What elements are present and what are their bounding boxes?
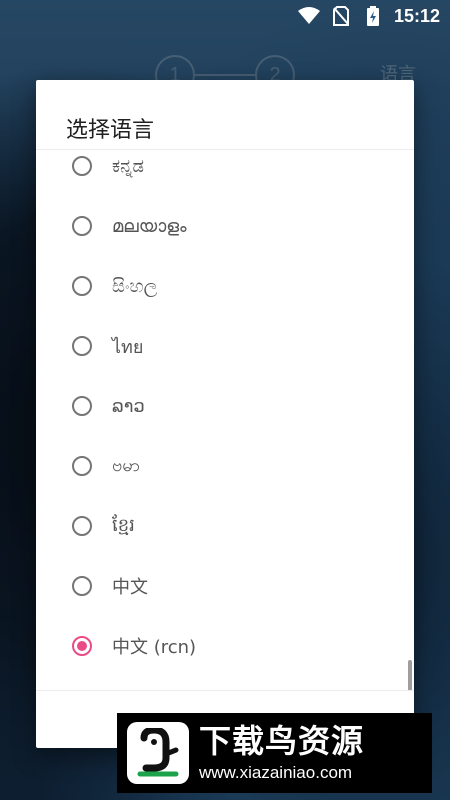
language-option-selected[interactable]: 中文 (rcn)	[36, 616, 414, 676]
option-label: 中文 (rcn)	[112, 637, 197, 658]
language-option-list[interactable]: ಕನ್ನಡ മലയാളം සිංහල ไทย ລາວ ဗမာ ខ្មែរ 中文	[36, 150, 414, 690]
language-option[interactable]: ខ្មែរ	[36, 496, 414, 556]
language-dialog: 选择语言 ಕನ್ನಡ മലയാളം සිංහල ไทย ລາວ ဗမာ ខ្មែ	[36, 80, 414, 748]
language-option[interactable]: ລາວ	[36, 376, 414, 436]
language-option[interactable]: සිංහල	[36, 256, 414, 316]
option-label: සිංහල	[112, 275, 158, 297]
option-label: ಕನ್ನಡ	[112, 155, 145, 177]
clock: 15:12	[393, 5, 440, 26]
battery-charging-icon	[362, 5, 384, 27]
radio-button[interactable]	[72, 576, 92, 596]
radio-button[interactable]	[72, 396, 92, 416]
option-label: ไทย	[112, 336, 144, 358]
option-label: ဗမာ	[112, 454, 140, 476]
option-label: ລາວ	[112, 395, 145, 417]
watermark-banner: 下载鸟资源 www.xiazainiao.com	[117, 713, 432, 793]
language-option[interactable]: മലയാളം	[36, 196, 414, 256]
dialog-title: 选择语言	[36, 80, 414, 150]
language-option[interactable]: ဗမာ	[36, 436, 414, 496]
option-label: 中文	[112, 577, 148, 598]
language-option[interactable]: ไทย	[36, 316, 414, 376]
watermark-url: www.xiazainiao.com	[199, 763, 353, 782]
radio-button[interactable]	[72, 216, 92, 236]
language-option[interactable]: 中文	[36, 556, 414, 616]
no-sim-icon	[330, 5, 352, 27]
radio-button[interactable]	[72, 276, 92, 296]
radio-button-checked[interactable]	[72, 636, 92, 656]
option-label: മലയാളം	[112, 215, 187, 237]
radio-button[interactable]	[72, 336, 92, 356]
scrollbar[interactable]	[408, 660, 412, 690]
radio-button[interactable]	[72, 456, 92, 476]
status-bar: 15:12	[0, 0, 450, 32]
radio-button[interactable]	[72, 516, 92, 536]
radio-dot	[77, 641, 87, 651]
radio-button[interactable]	[72, 156, 92, 176]
bird-logo-icon	[127, 722, 189, 784]
wifi-icon	[297, 5, 320, 27]
language-option[interactable]: ಕನ್ನಡ	[36, 150, 414, 196]
watermark-name: 下载鸟资源	[199, 722, 365, 760]
option-label: ខ្មែរ	[112, 514, 135, 536]
